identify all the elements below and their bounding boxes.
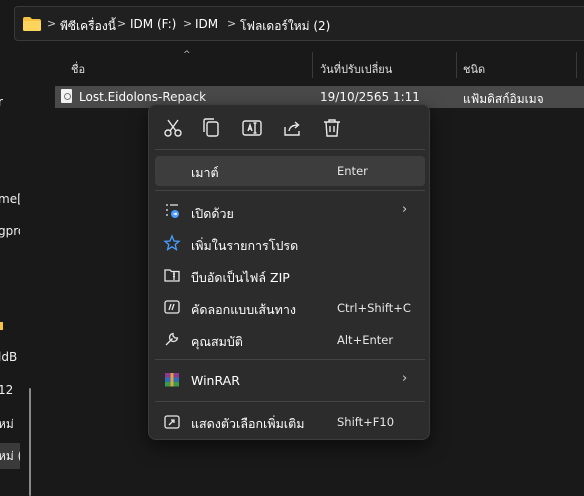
menu-separator <box>155 401 425 402</box>
disc-image-file-icon <box>61 89 72 103</box>
menu-item-copy-path[interactable]: คัดลอกแบบเส้นทาง <box>191 300 296 320</box>
star-icon <box>163 234 181 251</box>
share-icon[interactable] <box>281 116 305 140</box>
menu-item-properties-shortcut: Alt+Enter <box>337 333 394 347</box>
copy-icon[interactable] <box>199 116 223 140</box>
sidebar-item[interactable]: r <box>0 95 3 109</box>
breadcrumb-drive[interactable]: IDM (F:) <box>130 17 176 31</box>
menu-item-add-favorites[interactable]: เพิ่มในรายการโปรด <box>191 236 298 256</box>
column-header-type[interactable]: ชนิด <box>463 60 485 78</box>
file-name: Lost.Eidolons-Repack <box>79 90 207 104</box>
menu-item-winrar[interactable]: WinRAR <box>191 373 240 388</box>
rename-icon[interactable] <box>240 116 264 140</box>
winrar-icon <box>165 373 179 387</box>
menu-item-compress-zip[interactable]: บีบอัดเป็นไฟล์ ZIP <box>191 268 290 288</box>
column-divider[interactable] <box>576 52 577 78</box>
file-type: แฟ้มดิสก์อิมเมจ <box>463 92 544 106</box>
menu-item-show-more-options-shortcut: Shift+F10 <box>337 415 395 429</box>
sidebar-item[interactable]: ldB <box>0 350 17 364</box>
sidebar-item-selected[interactable]: หม่ (2 <box>0 447 20 466</box>
menu-item-show-more-options[interactable]: แสดงตัวเลือกเพิ่มเติม <box>191 414 304 434</box>
sidebar-item[interactable]: me[ <box>0 192 20 206</box>
context-menu: เมาต์ Enter เปิดด้วย › เพิ่มในรายการโปรด… <box>148 104 430 440</box>
sort-ascending-icon: ^ <box>183 50 191 60</box>
breadcrumb-separator: > <box>47 17 57 30</box>
sidebar-item[interactable]: หม่ <box>0 415 14 434</box>
column-header-name[interactable]: ชื่อ <box>71 60 85 78</box>
wrench-icon <box>165 332 179 346</box>
show-more-options-icon <box>164 415 180 429</box>
delete-icon[interactable] <box>320 116 344 140</box>
menu-item-open-with[interactable]: เปิดด้วย <box>191 204 234 224</box>
zip-folder-icon <box>164 269 180 282</box>
cut-icon[interactable] <box>161 116 185 140</box>
open-with-icon <box>166 204 179 218</box>
file-modified: 19/10/2565 1:11 <box>320 90 420 104</box>
column-header-modified[interactable]: วันที่ปรับเปลี่ยน <box>320 60 392 78</box>
column-divider[interactable] <box>456 52 457 78</box>
menu-separator <box>155 359 425 360</box>
sidebar-item[interactable]: 12 <box>0 383 13 397</box>
breadcrumb-separator: > <box>227 17 237 30</box>
menu-separator <box>155 190 425 191</box>
breadcrumb-idm[interactable]: IDM <box>195 17 218 31</box>
sidebar-item[interactable]: gpro <box>0 224 20 238</box>
menu-separator <box>155 149 425 150</box>
menu-item-mount-label: เมาต์ <box>191 165 219 180</box>
menu-item-properties[interactable]: คุณสมบัติ <box>191 332 243 352</box>
navigation-pane: r me[ gpro ldB 12 หม่ หม่ (2 <box>0 86 20 496</box>
copy-path-icon <box>164 300 180 314</box>
chevron-right-icon: › <box>402 371 408 386</box>
column-divider[interactable] <box>312 52 313 78</box>
chevron-right-icon: › <box>402 202 408 217</box>
breadcrumb-separator: > <box>117 17 127 30</box>
menu-item-mount-shortcut: Enter <box>337 164 368 178</box>
breadcrumb-separator: > <box>183 17 193 30</box>
breadcrumb-current-folder[interactable]: โฟลเดอร์ใหม่ (2) <box>240 17 330 36</box>
sidebar-scrollbar[interactable] <box>29 388 31 496</box>
address-bar[interactable]: > พีซีเครื่องนี้ > IDM (F:) > IDM > โฟลเ… <box>14 6 584 41</box>
menu-item-copy-path-shortcut: Ctrl+Shift+C <box>337 301 411 315</box>
breadcrumb-this-pc[interactable]: พีซีเครื่องนี้ <box>60 17 116 36</box>
folder-icon-fragment <box>0 322 3 330</box>
folder-icon <box>23 17 41 31</box>
